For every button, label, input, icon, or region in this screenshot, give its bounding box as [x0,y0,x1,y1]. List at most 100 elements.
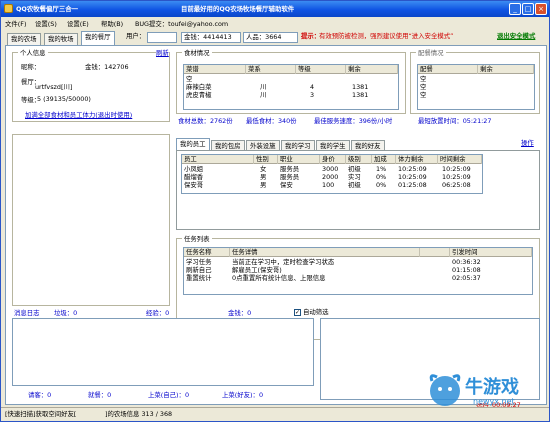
staff-col-name[interactable]: 员工 [182,155,254,164]
staff-price: 100 [322,181,335,189]
watermark-logo: 牛游戏 newyx.net [425,369,545,411]
minimize-button[interactable]: _ [509,3,521,15]
serve-self-count: 上菜(自己)：0 [148,391,190,399]
main-window: QQ农牧餐偏厅三合一 目前最好用的QQ农场牧场餐厅辅助软件 _ □ × 文件(F… [0,0,550,422]
log-gold: 金钱：0 [228,309,252,317]
refresh-link[interactable]: 刷新 [156,48,169,57]
close-button[interactable]: × [535,3,547,15]
user-field[interactable] [147,32,177,43]
tab-my-study[interactable]: 我的学习 [281,140,315,150]
staff-bonus: 1% [376,165,387,173]
tab-farm[interactable]: 我的农场 [7,33,41,45]
guest-count: 请客：0 [28,391,52,399]
app-title: QQ农牧餐偏厅三合一 [16,5,78,13]
staff-col-sex[interactable]: 性别 [254,155,278,164]
tab-my-students[interactable]: 我的学生 [316,140,350,150]
staff-sex: 女 [260,165,267,173]
message-log[interactable] [12,318,314,386]
table-row[interactable]: 小凤姐 女 服务员 3000 初级 1% 10:25:09 10:25:09 [184,165,482,173]
meal-count: 就餐：0 [88,391,112,399]
stove-col-dish[interactable]: 配餐 [418,65,478,74]
list-item[interactable]: 空 [420,91,426,99]
food-col-level[interactable]: 等级 [296,65,346,74]
personal-gold: 金钱：142706 [85,63,129,71]
staff-level: 初级 [348,165,361,173]
staff-sex: 男 [260,181,267,189]
stove-table[interactable]: 配餐 剩余 空 空 空 [417,64,535,110]
exit-safe-mode-link[interactable]: 退出安全模式 [497,31,535,43]
user-label: 用户： [126,32,146,40]
auto-filter-checkbox[interactable]: ✓ 自动筛选 [294,307,329,316]
table-row[interactable]: 虎皮青椒 川 3 1381 [186,91,396,99]
tab-restaurant[interactable]: 我的餐厅 [81,31,115,45]
auto-filter-label: 自动筛选 [303,308,329,316]
staff-bonus: 0% [376,173,387,181]
staff-sex: 男 [260,173,267,181]
title-bar[interactable]: QQ农牧餐偏厅三合一 目前最好用的QQ农场牧场餐厅辅助软件 _ □ × [1,1,549,17]
status-bar: [快速扫描]获取空间好友[ ]的农场信息 313 / 368 [1,407,549,421]
table-row[interactable]: 麻辣白菜 川 4 1381 [186,83,396,91]
watermark-text: 牛游戏 [465,377,519,398]
tab-ranch[interactable]: 我的牧场 [44,33,78,45]
staff-col-stamina[interactable]: 体力剩余 [396,155,438,164]
headline: 目前最好用的QQ农场牧场餐厅辅助软件 [181,5,295,13]
stove-title: 配餐情况 [416,48,446,57]
restaurant-page: 个人信息 刷新 昵称： 金钱：142706 餐厅： urtfvszd[川] 等级… [5,45,547,410]
serve-friend-count: 上菜(好友)：0 [222,391,264,399]
menu-file[interactable]: 文件(F) [5,19,26,28]
table-row[interactable]: 学习任务 当前正在学习中，定时检查学习状态 00:36:32 [186,258,532,266]
list-item[interactable]: 空 [420,83,426,91]
staff-col-price[interactable]: 身价 [320,155,346,164]
food-dish: 虎皮青椒 [186,91,212,99]
food-table-header: 菜谱 菜系 等级 剩余 [184,65,398,74]
task-table[interactable]: 任务名称 任务详情 引发时间 学习任务 当前正在学习中，定时检查学习状态 00:… [183,247,533,295]
table-row[interactable]: 空 [186,75,396,83]
staff-col-time[interactable]: 时间剩余 [438,155,482,164]
buy-all-link[interactable]: 加满全部食材和员工体力(退出时使用) [25,110,132,119]
stove-group: 配餐情况 配餐 剩余 空 空 空 [410,48,540,114]
task-col-time[interactable]: 引发时间 [450,248,532,257]
staff-job: 服务员 [280,165,300,173]
task-col-name[interactable]: 任务名称 [184,248,230,257]
table-row[interactable]: 重置统计 0点重置所有统计信息、上限信息 02:05:37 [186,274,532,282]
table-row[interactable]: 保安哥 男 保安 100 初级 0% 01:25:08 06:25:08 [184,181,482,189]
staff-bonus: 0% [376,181,387,189]
maximize-button[interactable]: □ [522,3,534,15]
task-time: 02:05:37 [452,274,481,282]
food-dish: 空 [186,75,193,83]
table-row[interactable]: 刷新自己 解雇员工(保安哥) 01:15:08 [186,266,532,274]
menu-help[interactable]: 帮助(B) [101,19,123,28]
staff-col-bonus[interactable]: 加成 [372,155,396,164]
list-item[interactable]: 空 [420,75,426,83]
menu-bug-report[interactable]: BUG提交：toufei@yahoo.com [135,19,228,28]
food-group: 食材情况 菜谱 菜系 等级 剩余 空 麻辣白菜 川 4 1381 虎皮青椒 川 … [176,48,406,114]
staff-table-header: 员工 性别 职业 身价 级别 加成 体力剩余 时间剩余 [182,155,482,164]
task-col-detail[interactable]: 任务详情 [230,248,420,257]
checkbox-icon: ✓ [294,308,301,316]
food-col-cuisine[interactable]: 菜系 [246,65,296,74]
tab-private-rooms[interactable]: 我的包房 [211,140,245,150]
task-name: 重置统计 [186,274,212,282]
staff-table[interactable]: 员工 性别 职业 身价 级别 加成 体力剩余 时间剩余 小凤姐 女 服务员 30… [181,154,483,194]
min-food: 最低食材：340份 [246,117,297,125]
food-remain: 1381 [352,83,369,91]
tab-my-staff[interactable]: 我的员工 [176,138,210,150]
staff-col-job[interactable]: 职业 [278,155,320,164]
tab-decor[interactable]: 外装设施 [246,140,280,150]
table-row[interactable]: 醋熘香 男 服务员 2000 实习 0% 10:25:09 10:25:09 [184,173,482,181]
menu-settings[interactable]: 设置(S) [35,19,57,28]
staff-stamina: 10:25:09 [398,173,427,181]
tip-text: 有效预防被检测，强烈建议使用“进入安全模式” [319,32,454,40]
food-col-dish[interactable]: 菜谱 [184,65,246,74]
staff-job: 服务员 [280,173,300,181]
staff-col-level[interactable]: 级别 [346,155,372,164]
staff-operate-link[interactable]: 操作 [521,138,534,147]
menu-edit[interactable]: 设置(E) [67,19,89,28]
stove-col-remain[interactable]: 剩余 [478,65,534,74]
log-title: 消息日志 [14,309,40,317]
food-col-remain[interactable]: 剩余 [346,65,398,74]
staff-price: 2000 [322,173,339,181]
food-table[interactable]: 菜谱 菜系 等级 剩余 空 麻辣白菜 川 4 1381 虎皮青椒 川 3 138… [183,64,399,110]
tab-my-friends[interactable]: 我的好友 [351,140,385,150]
task-col-blank[interactable] [420,248,450,257]
